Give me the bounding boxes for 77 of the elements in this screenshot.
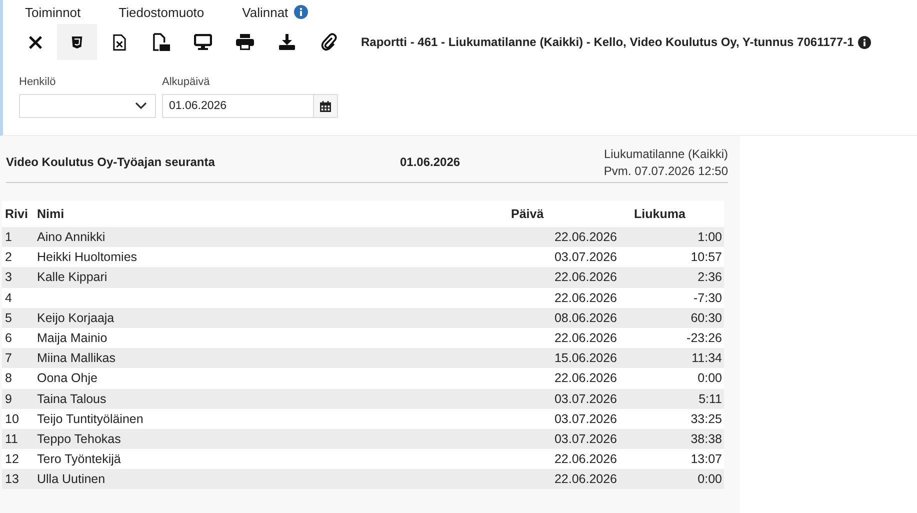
table-cell: 03.07.2026 bbox=[554, 250, 617, 264]
table-cell: Oona Ohje bbox=[37, 371, 98, 386]
table-cell: 15.06.2026 bbox=[554, 351, 617, 366]
table-cell: 12 bbox=[5, 452, 19, 466]
chevron-down-icon bbox=[135, 102, 147, 110]
column-header: Päivä bbox=[505, 201, 620, 227]
table-cell: 2 bbox=[5, 250, 12, 264]
close-icon bbox=[28, 34, 42, 50]
table-cell: Keijo Korjaaja bbox=[37, 310, 114, 325]
report-heading: Video Koulutus Oy-Työajan seuranta bbox=[6, 155, 216, 169]
table-cell: Aino Annikki bbox=[37, 230, 106, 244]
print-date: Pvm. 07.07.2026 12:50 bbox=[604, 164, 728, 178]
table-cell: 22.06.2026 bbox=[554, 230, 617, 244]
table-cell: 11 bbox=[5, 432, 18, 446]
table-cell: Teijo Tuntityöläinen bbox=[37, 412, 144, 426]
column-header: Rivi bbox=[2, 201, 34, 227]
calendar-button[interactable] bbox=[314, 94, 338, 118]
table-cell: 11:34 bbox=[692, 351, 722, 366]
table-cell: 7 bbox=[5, 351, 12, 366]
table-cell: 5:11 bbox=[698, 392, 722, 406]
menu-item[interactable]: Valinnat bbox=[242, 4, 288, 20]
table-cell: 38:38 bbox=[690, 432, 722, 446]
spreadsheet-file-icon bbox=[112, 34, 126, 50]
info-icon[interactable] bbox=[858, 36, 871, 48]
paperclip-icon bbox=[321, 33, 337, 51]
table-cell: 10 bbox=[5, 412, 19, 426]
table-cell: Heikki Huoltomies bbox=[37, 250, 138, 264]
table-cell: 03.07.2026 bbox=[554, 432, 617, 446]
table-cell: 33:25 bbox=[690, 412, 722, 426]
table-cell: Tero Työntekijä bbox=[37, 452, 121, 466]
date-field[interactable]: 01.06.2026 bbox=[162, 94, 314, 118]
table-cell: 13:07 bbox=[690, 452, 722, 466]
toolbar-button[interactable] bbox=[57, 24, 97, 60]
table-cell: 4 bbox=[5, 290, 12, 305]
table-cell: Kalle Kippari bbox=[37, 270, 108, 284]
field-label: Alkupäivä bbox=[162, 76, 211, 90]
menu-item[interactable]: Tiedostomuoto bbox=[118, 4, 204, 20]
table-cell: 22.06.2026 bbox=[554, 331, 617, 346]
table-cell: 03.07.2026 bbox=[554, 412, 617, 426]
table-cell: 22.06.2026 bbox=[554, 371, 617, 386]
table-cell: Maija Mainio bbox=[37, 331, 108, 346]
report-date: 01.06.2026 bbox=[400, 155, 462, 169]
calendar-icon bbox=[320, 100, 331, 112]
table-cell: 9 bbox=[5, 392, 12, 406]
download-icon bbox=[279, 34, 295, 50]
table-cell: Taina Talous bbox=[37, 392, 106, 406]
table-cell: 0:00 bbox=[698, 371, 722, 386]
table-cell: 22.06.2026 bbox=[554, 452, 617, 466]
table-cell: Teppo Tehokas bbox=[37, 432, 121, 446]
table-cell: -7:30 bbox=[694, 290, 722, 305]
table-cell: 22.06.2026 bbox=[554, 472, 617, 486]
table-cell: Miina Mallikas bbox=[37, 351, 116, 366]
menu-item[interactable]: Toiminnot bbox=[25, 4, 81, 20]
table-cell: 5 bbox=[5, 310, 12, 325]
table-cell: 22.06.2026 bbox=[554, 270, 617, 284]
table-cell: 1 bbox=[5, 230, 12, 244]
column-header: Liukuma bbox=[620, 201, 724, 227]
column-header: Nimi bbox=[34, 201, 505, 227]
field-label: Henkilö bbox=[19, 76, 57, 90]
table-cell: 3 bbox=[5, 270, 12, 284]
table-cell: 03.07.2026 bbox=[554, 392, 617, 406]
table-cell: 60:30 bbox=[690, 310, 722, 325]
table-cell: 10:57 bbox=[690, 250, 722, 264]
table-cell: Ulla Uutinen bbox=[37, 472, 106, 486]
table-cell: 8 bbox=[5, 371, 12, 386]
printer-icon bbox=[236, 34, 254, 50]
table-cell: 6 bbox=[5, 331, 12, 346]
table-cell: 13 bbox=[5, 472, 19, 486]
table-cell: 08.06.2026 bbox=[554, 310, 617, 325]
table-cell: 1:00 bbox=[698, 230, 722, 244]
report-type: Liukumatilanne (Kaikki) bbox=[604, 146, 728, 160]
monitor-icon bbox=[194, 34, 212, 50]
report-title: Raportti - 461 - Liukumatilanne (Kaikki) - Kello, Video Koulutus Oy, Y-tunnus 7061177-1 bbox=[361, 35, 854, 49]
table-cell: 0:00 bbox=[698, 472, 722, 486]
table-cell: 2:36 bbox=[698, 270, 722, 284]
table-cell: -23:26 bbox=[686, 331, 722, 346]
table-cell: 22.06.2026 bbox=[554, 290, 617, 305]
